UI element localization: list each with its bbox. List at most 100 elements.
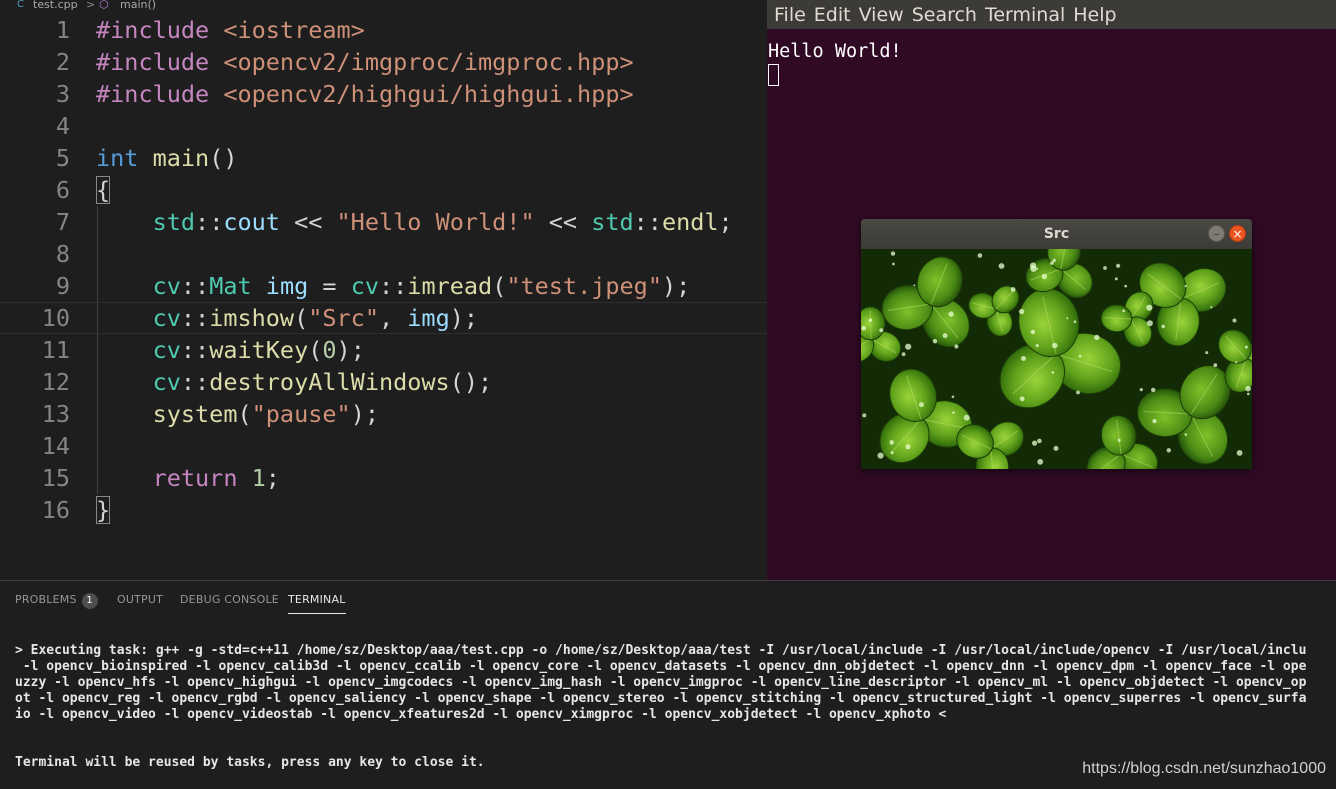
code-token: imshow	[209, 304, 295, 332]
code-text: #include <opencv2/imgproc/imgproc.hpp>	[96, 46, 634, 78]
code-token: waitKey	[209, 336, 309, 364]
code-token: "Hello World!"	[336, 208, 535, 236]
code-token: std	[591, 208, 634, 236]
code-text: std::cout << "Hello World!" << std::endl…	[96, 206, 733, 238]
code-token: #include	[96, 48, 210, 76]
line-number: 7	[55, 208, 70, 236]
line-number: 12	[41, 368, 70, 396]
code-line[interactable]: 8	[0, 238, 767, 270]
code-token: ;	[718, 208, 733, 236]
code-line[interactable]: 15 return 1;	[0, 462, 767, 494]
line-number: 16	[41, 496, 70, 524]
code-token: ::	[180, 336, 210, 364]
code-token: );	[350, 400, 379, 428]
code-line[interactable]: 12 cv::destroyAllWindows();	[0, 366, 767, 398]
breadcrumb-separator: >	[86, 0, 96, 11]
bottom-panel: PROBLEMS 1 OUTPUT DEBUG CONSOLE TERMINAL …	[0, 580, 1336, 789]
code-token: #include	[96, 80, 210, 108]
code-token: ::	[379, 272, 408, 300]
line-number: 11	[41, 336, 70, 364]
code-token: cv	[350, 272, 379, 300]
code-token: int	[96, 144, 139, 172]
terminal-output-line: Hello World!	[768, 41, 902, 62]
menu-file[interactable]: File	[774, 4, 806, 26]
code-line[interactable]: 11 cv::waitKey(0);	[0, 334, 767, 366]
code-line[interactable]: 3 #include <opencv2/highgui/highgui.hpp>	[0, 78, 767, 110]
code-token: cout	[223, 208, 280, 236]
code-token: ,	[378, 304, 408, 332]
line-number: 10	[41, 304, 70, 332]
code-token: }	[96, 496, 111, 524]
code-token: {	[96, 176, 111, 204]
code-text: }	[96, 494, 111, 526]
code-text: {	[96, 174, 111, 206]
line-number: 1	[55, 16, 70, 44]
code-line[interactable]: 13 system("pause");	[0, 398, 767, 430]
code-line[interactable]: 7 std::cout << "Hello World!" << std::en…	[0, 206, 767, 238]
breadcrumb-symbol[interactable]: main()	[120, 0, 156, 10]
code-line[interactable]: 6{	[0, 174, 767, 206]
line-number: 4	[55, 112, 70, 140]
code-token: <iostream>	[223, 16, 365, 44]
code-token: cv	[152, 304, 181, 332]
tab-debug-console[interactable]: DEBUG CONSOLE	[180, 593, 279, 606]
code-line[interactable]: 1 #include <iostream>	[0, 14, 767, 46]
code-text: cv::waitKey(0);	[96, 334, 365, 366]
minimize-button[interactable]: –	[1208, 225, 1225, 242]
code-token: ::	[180, 304, 210, 332]
code-line[interactable]: 10 cv::imshow("Src", img);	[0, 302, 767, 334]
task-output-line: > Executing task: g++ -g -std=c++11 /hom…	[15, 643, 1307, 658]
image-window[interactable]: Src – ×	[861, 219, 1252, 469]
terminal-body[interactable]: Hello World!	[767, 29, 1336, 89]
code-token: img	[407, 304, 450, 332]
tab-terminal[interactable]: TERMINAL	[288, 593, 346, 614]
code-text: int main()	[96, 142, 238, 174]
task-output-line: ot -l opencv_reg -l opencv_rgbd -l openc…	[15, 691, 1307, 706]
code-token: ::	[180, 368, 210, 396]
menu-terminal[interactable]: Terminal	[985, 4, 1065, 26]
task-output-line: uzzy -l opencv_hfs -l opencv_highgui -l …	[15, 675, 1307, 690]
task-output-line: io -l opencv_video -l opencv_videostab -…	[15, 707, 947, 722]
tab-output[interactable]: OUTPUT	[117, 593, 163, 606]
tab-problems[interactable]: PROBLEMS 1	[15, 593, 98, 609]
code-token: <<	[279, 208, 337, 236]
code-text: return 1;	[96, 462, 280, 494]
menu-view[interactable]: View	[859, 4, 904, 26]
code-lines[interactable]: 1 #include <iostream> 2 #include <opencv2/i…	[0, 14, 767, 526]
code-token: (	[237, 400, 252, 428]
task-terminal-output[interactable]: > Executing task: g++ -g -std=c++11 /hom…	[15, 643, 1336, 771]
code-token: return	[152, 464, 238, 492]
code-line[interactable]: 5 int main()	[0, 142, 767, 174]
code-token: ::	[195, 208, 224, 236]
terminal-menubar: File Edit View Search Terminal Help	[767, 0, 1336, 29]
line-number: 9	[55, 272, 70, 300]
code-line[interactable]: 14	[0, 430, 767, 462]
menu-help[interactable]: Help	[1073, 4, 1116, 26]
breadcrumb-file[interactable]: test.cpp	[33, 0, 78, 10]
menu-search[interactable]: Search	[912, 4, 977, 26]
code-line[interactable]: 2 #include <opencv2/imgproc/imgproc.hpp>	[0, 46, 767, 78]
code-line[interactable]: 9 cv::Mat img = cv::imread("test.jpeg");	[0, 270, 767, 302]
code-line[interactable]: 16}	[0, 494, 767, 526]
task-output-line: -l opencv_bioinspired -l opencv_calib3d …	[15, 659, 1307, 674]
code-token: main	[152, 144, 210, 172]
code-editor[interactable]: C test.cpp > ⬡ main() 1 #include <iostrea…	[0, 0, 767, 580]
code-text: cv::destroyAllWindows();	[96, 366, 493, 398]
code-line[interactable]: 4	[0, 110, 767, 142]
code-token: destroyAllWindows	[209, 368, 450, 396]
code-token: Mat	[209, 272, 252, 300]
line-number: 15	[41, 464, 70, 492]
close-button[interactable]: ×	[1229, 225, 1246, 242]
image-window-titlebar[interactable]: Src – ×	[861, 219, 1252, 249]
menu-edit[interactable]: Edit	[814, 4, 851, 26]
